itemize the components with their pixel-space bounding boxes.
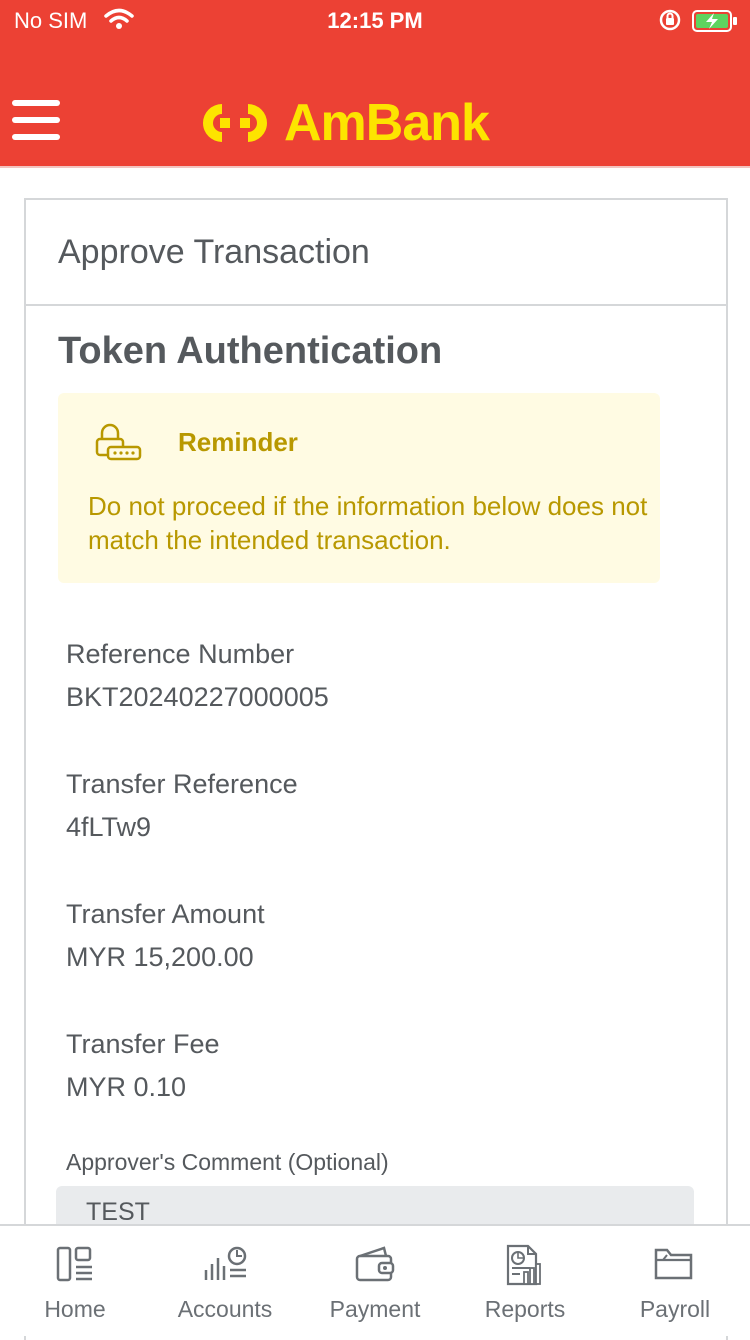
battery-icon [692, 10, 738, 38]
nav-reports[interactable]: Reports [450, 1226, 600, 1336]
comment-label: Approver's Comment (Optional) [66, 1149, 389, 1175]
lock-token-icon [94, 423, 142, 470]
accounts-icon [202, 1244, 248, 1288]
nav-accounts[interactable]: Accounts [150, 1226, 300, 1336]
nav-payment[interactable]: Payment [300, 1226, 450, 1336]
field-value: MYR 0.10 [66, 1072, 187, 1102]
ambank-logo: AmBank [196, 88, 490, 158]
bottom-navigation: Home Accounts Payment Reports Payroll [0, 1224, 750, 1336]
menu-button[interactable] [12, 100, 60, 142]
reminder-box: Reminder Do not proceed if the informati… [58, 393, 660, 583]
reminder-text: Do not proceed if the information below … [88, 491, 648, 555]
field-label: Reference Number [66, 639, 295, 669]
ambank-logo-mark-icon [203, 104, 267, 142]
field-transfer-fee: Transfer Fee MYR 0.10 [66, 1029, 726, 1103]
app-header: No SIM 12:15 PM AmBank [0, 0, 750, 166]
nav-label: Payroll [639, 1296, 711, 1322]
rotation-lock-icon [658, 8, 682, 38]
field-value: MYR 15,200.00 [66, 942, 254, 972]
reminder-title: Reminder [178, 427, 298, 457]
folder-icon [653, 1244, 697, 1288]
nav-label: Accounts [177, 1296, 273, 1322]
brand-name: AmBank [284, 94, 490, 152]
approve-transaction-card: Approve Transaction Token Authentication… [24, 198, 728, 1340]
field-transfer-amount: Transfer Amount MYR 15,200.00 [66, 899, 726, 973]
field-label: Transfer Amount [66, 899, 265, 929]
nav-label: Reports [484, 1296, 566, 1322]
field-reference-number: Reference Number BKT20240227000005 [66, 639, 726, 713]
home-icon [55, 1244, 95, 1288]
nav-home[interactable]: Home [0, 1226, 150, 1336]
wallet-icon [354, 1244, 396, 1288]
clock: 12:15 PM [327, 8, 423, 33]
field-value: BKT20240227000005 [66, 682, 329, 712]
field-label: Transfer Reference [66, 769, 298, 799]
section-title: Token Authentication [58, 330, 443, 372]
nav-label: Payment [329, 1296, 421, 1322]
page-title: Approve Transaction [26, 200, 726, 306]
field-transfer-reference: Transfer Reference 4fLTw9 [66, 769, 726, 843]
reports-icon [504, 1244, 546, 1288]
field-label: Transfer Fee [66, 1029, 220, 1059]
header-divider [0, 166, 750, 168]
status-bar: No SIM 12:15 PM [0, 0, 750, 42]
field-value: 4fLTw9 [66, 812, 152, 842]
nav-payroll[interactable]: Payroll [600, 1226, 750, 1336]
nav-label: Home [44, 1296, 106, 1322]
